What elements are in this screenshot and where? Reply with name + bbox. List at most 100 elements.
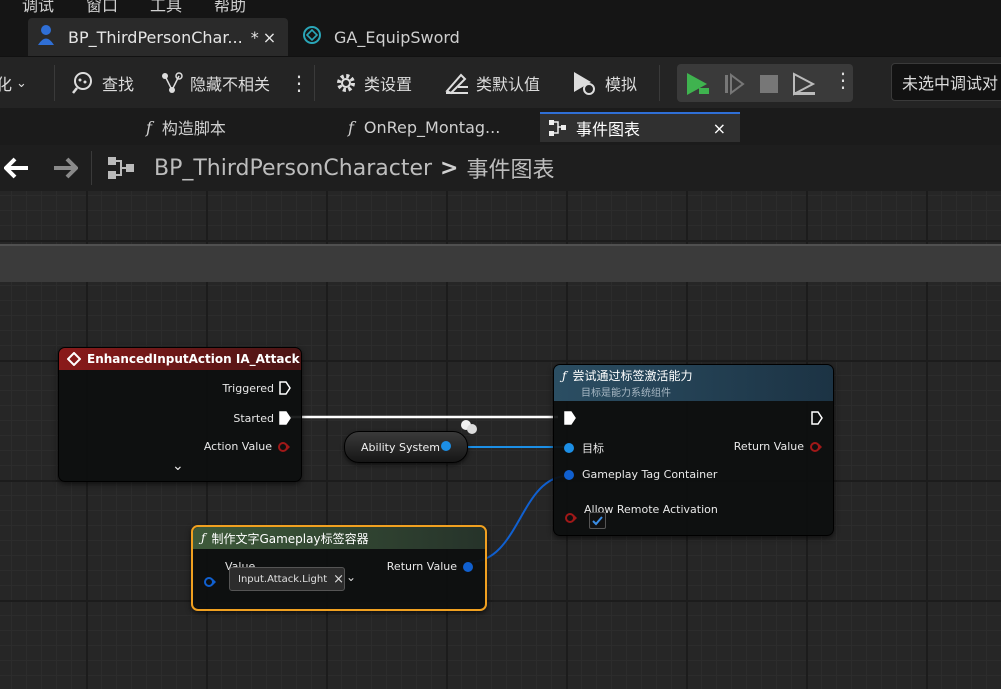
menu-tools[interactable]: 工具 — [150, 0, 182, 14]
allow-remote-activation-pin[interactable]: Allow Remote Activation — [564, 496, 718, 524]
make-literal-tag-container-node[interactable]: ƒ 制作文字Gameplay标签容器 Value Input.Attack.Li… — [191, 525, 487, 611]
class-settings-label: 类设置 — [364, 75, 413, 94]
class-defaults-label: 类默认值 — [476, 75, 541, 94]
pin-label: Gameplay Tag Container — [582, 468, 718, 481]
menu-window[interactable]: 窗口 — [86, 0, 118, 14]
breadcrumb-chevron: > — [440, 155, 459, 181]
pin-label: 目标 — [582, 442, 604, 455]
function-icon: ƒ — [562, 368, 567, 383]
document-tab-bar: BP_ThirdPersonChar... * × GA_EquipSword — [0, 14, 1001, 56]
pin-label: Return Value — [386, 560, 457, 573]
breadcrumb-root[interactable]: BP_ThirdPersonCharacter — [154, 156, 432, 181]
return-value-pin[interactable]: Return Value — [734, 440, 823, 453]
stop-icon[interactable] — [759, 74, 779, 98]
gameplay-tag-container-pin[interactable]: Gameplay Tag Container — [564, 468, 717, 481]
eject-icon[interactable] — [791, 72, 817, 100]
debug-selector-label: 未选中调试对 — [902, 74, 999, 93]
reroute-knot[interactable] — [461, 420, 477, 434]
chevron-down-icon: ⌄ — [16, 75, 27, 91]
triggered-pin[interactable]: Triggered — [223, 381, 291, 395]
menu-debug[interactable]: 调试 — [22, 0, 54, 14]
gameplay-ability-icon — [302, 25, 322, 49]
bool-pin-icon — [565, 513, 577, 523]
action-value-pin[interactable]: Action Value — [204, 440, 291, 453]
gear-icon — [337, 74, 355, 92]
target-pin[interactable]: 目标 — [564, 440, 604, 456]
ability-system-variable-node[interactable]: Ability System — [344, 431, 468, 463]
advance-frame-icon[interactable] — [723, 73, 747, 99]
more-play-options-icon[interactable]: ⋮ — [833, 68, 853, 92]
tab-onrep-label: OnRep_Montag... — [363, 117, 501, 137]
exec-pin-icon — [279, 411, 291, 425]
breadcrumb: BP_ThirdPersonCharacter > 事件图表 — [154, 145, 554, 191]
tab-ga-label: GA_EquipSword — [334, 27, 460, 47]
find-button[interactable]: 查找 — [72, 57, 134, 109]
simulate-label: 模拟 — [605, 75, 638, 94]
tab-onrep-montage[interactable]: f OnRep_Montag... — [348, 112, 500, 142]
struct-pin-icon — [204, 577, 216, 587]
node-title: 制作文字Gameplay标签容器 — [211, 531, 369, 546]
forward-arrow-icon[interactable] — [52, 157, 79, 183]
exec-in-pin-icon[interactable] — [564, 411, 576, 425]
menu-bar: 调试 窗口 工具 帮助 — [0, 0, 1001, 14]
play-controls: ⋮ — [677, 64, 853, 102]
pin-label: Triggered — [222, 381, 274, 395]
node-title: 尝试通过标签激活能力 — [572, 369, 693, 383]
expand-chevron-icon[interactable]: ⌄ — [172, 458, 184, 474]
tab-bp-label: BP_ThirdPersonChar... — [68, 27, 243, 47]
breadcrumb-bar: BP_ThirdPersonCharacter > 事件图表 — [0, 145, 1001, 191]
clear-tag-icon[interactable]: × — [333, 572, 344, 587]
node-header: EnhancedInputAction IA_Attack — [59, 348, 301, 370]
more-options-icon[interactable]: ⋮ — [289, 57, 309, 109]
bool-pin-icon — [278, 441, 290, 452]
tab-construction-script[interactable]: f 构造脚本 — [146, 112, 226, 142]
tag-dropdown-chevron-icon[interactable]: ⌄ — [346, 570, 356, 584]
hide-unrelated-icon — [162, 72, 183, 93]
tab-event-graph[interactable]: 事件图表 × — [540, 112, 740, 142]
compile-options-button[interactable]: 化 ⌄ — [0, 57, 27, 109]
tab-bp-thirdperson[interactable]: BP_ThirdPersonChar... * × — [28, 18, 288, 56]
character-icon — [36, 24, 56, 50]
value-pin[interactable] — [203, 573, 216, 587]
debug-object-selector[interactable]: 未选中调试对 — [891, 63, 1001, 101]
object-pin-icon — [564, 443, 574, 453]
menu-help[interactable]: 帮助 — [214, 0, 246, 14]
node-title: EnhancedInputAction IA_Attack — [87, 352, 300, 366]
find-label: 查找 — [102, 75, 135, 94]
variable-label: Ability System — [361, 440, 441, 454]
pin-label: Started — [233, 411, 274, 425]
tab-event-graph-label: 事件图表 — [576, 120, 641, 139]
started-pin[interactable]: Started — [233, 411, 291, 425]
graph-icon — [106, 155, 136, 185]
class-settings-button[interactable]: 类设置 — [334, 57, 412, 109]
pin-label: Action Value — [203, 440, 272, 453]
play-icon[interactable] — [685, 71, 713, 101]
toolbar: 化 ⌄ 查找 隐藏不相关 ⋮ 类设置 类默认值 模拟 ⋮ 未选中调试对 — [0, 56, 1001, 110]
node-header: ƒ 尝试通过标签激活能力 目标是能力系统组件 — [554, 365, 833, 401]
return-value-pin[interactable]: Return Value — [387, 560, 473, 573]
modified-indicator: * — [250, 27, 259, 47]
close-icon[interactable]: × — [263, 28, 276, 47]
find-icon — [72, 72, 92, 94]
back-arrow-icon[interactable] — [3, 157, 30, 183]
tag-value: Input.Attack.Light — [238, 573, 328, 585]
hide-unrelated-label: 隐藏不相关 — [190, 75, 271, 94]
object-pin-icon — [441, 441, 451, 451]
event-icon — [67, 352, 81, 366]
node-subtitle: 目标是能力系统组件 — [581, 388, 671, 399]
allow-remote-checkbox[interactable] — [589, 512, 606, 529]
hide-unrelated-button[interactable]: 隐藏不相关 — [160, 57, 270, 109]
close-icon[interactable]: × — [713, 119, 726, 138]
try-activate-abilities-by-tag-node[interactable]: ƒ 尝试通过标签激活能力 目标是能力系统组件 目标 Return Value G… — [553, 364, 834, 536]
node-header: ƒ 制作文字Gameplay标签容器 — [193, 527, 485, 549]
class-defaults-button[interactable]: 类默认值 — [444, 57, 540, 109]
toolbar-separator — [659, 65, 660, 101]
graph-canvas[interactable]: EnhancedInputAction IA_Attack Triggered … — [0, 191, 1001, 689]
tag-chip[interactable]: Input.Attack.Light × — [229, 567, 345, 591]
enhanced-input-action-node[interactable]: EnhancedInputAction IA_Attack Triggered … — [58, 347, 302, 482]
simulate-button[interactable]: 模拟 — [571, 57, 637, 109]
exec-out-pin-icon[interactable] — [811, 411, 823, 425]
function-icon: f — [348, 117, 354, 137]
class-defaults-icon — [445, 73, 468, 95]
tab-ga-equipsword[interactable]: GA_EquipSword — [300, 18, 500, 56]
